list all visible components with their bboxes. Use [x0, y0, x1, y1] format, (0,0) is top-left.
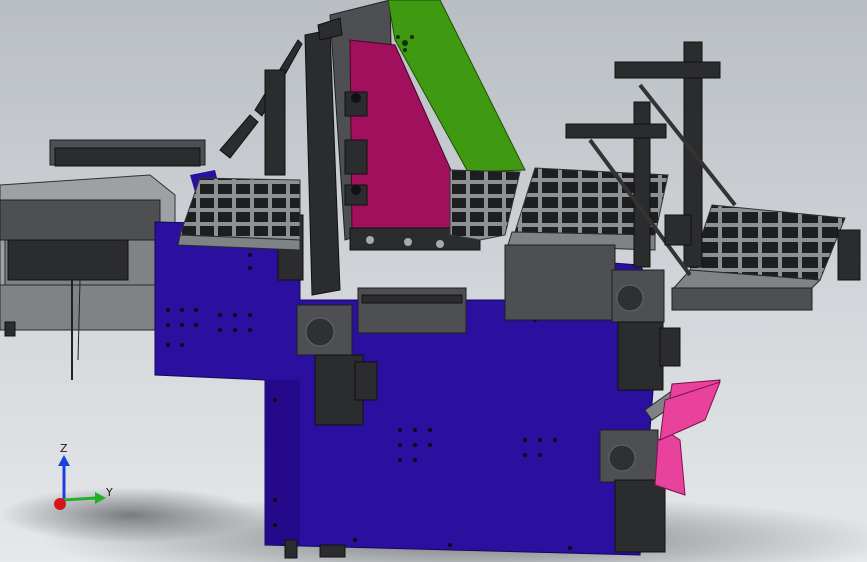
magenta-panel-clamps	[344, 91, 368, 206]
machine-assembly-model[interactable]	[0, 0, 867, 562]
y-axis-label: Y	[105, 486, 113, 499]
control-box	[504, 244, 616, 321]
x-axis-dot-icon	[54, 498, 66, 510]
y-arrow-icon	[95, 492, 106, 504]
z-arrow-icon	[58, 455, 70, 466]
tray-center-left	[449, 169, 521, 241]
graphics-viewport[interactable]: Z Y	[0, 0, 867, 562]
coordinate-triad-icon[interactable]: Z Y	[40, 438, 120, 518]
tray-left	[177, 177, 301, 251]
y-axis	[63, 496, 97, 502]
z-axis-label: Z	[60, 442, 68, 455]
floor-shadow-left	[0, 487, 260, 543]
